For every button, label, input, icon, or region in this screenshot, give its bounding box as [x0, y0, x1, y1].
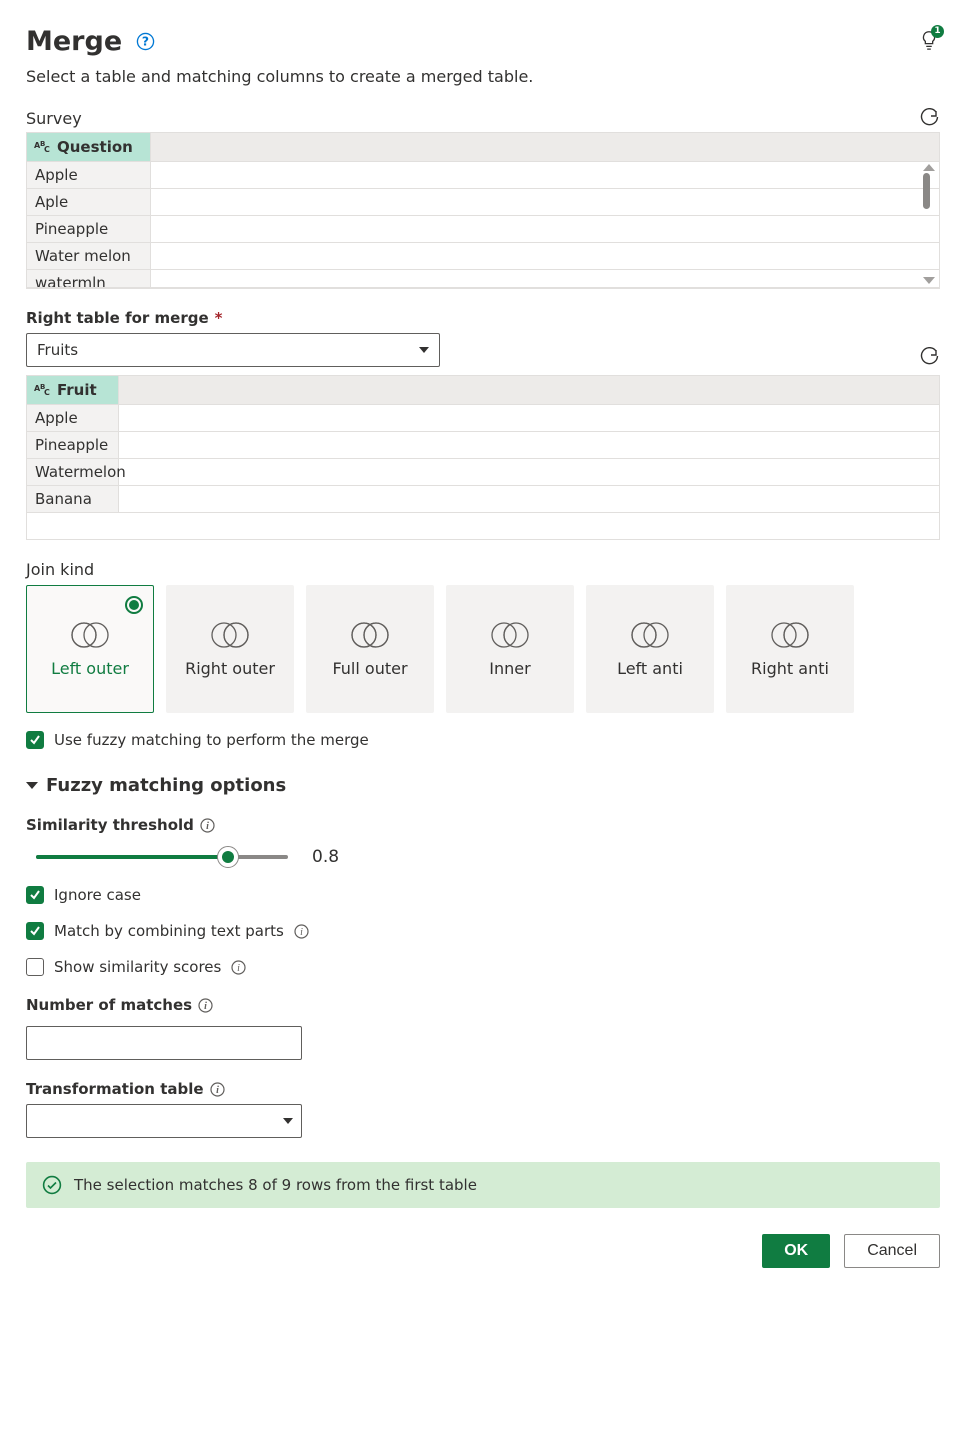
info-icon[interactable]: i — [210, 1082, 225, 1097]
table-cell[interactable]: Pineapple — [27, 432, 119, 458]
checkbox-icon — [26, 922, 44, 940]
table-cell[interactable]: Water melon — [27, 243, 151, 269]
ideas-button[interactable]: 1 — [918, 29, 940, 55]
table-cell[interactable]: Pineapple — [27, 216, 151, 242]
join-left-outer[interactable]: Left outer — [26, 585, 154, 713]
info-icon[interactable]: i — [231, 960, 246, 975]
num-matches-input[interactable] — [26, 1026, 302, 1060]
text-type-icon: A B C — [33, 138, 53, 156]
info-icon[interactable]: i — [294, 924, 309, 939]
status-bar: The selection matches 8 of 9 rows from t… — [26, 1162, 940, 1208]
success-icon — [42, 1175, 62, 1195]
join-right-outer[interactable]: Right outer — [166, 585, 294, 713]
chevron-down-icon — [419, 347, 429, 353]
threshold-value: 0.8 — [312, 847, 339, 867]
left-table-label: Survey — [26, 109, 82, 128]
notification-badge: 1 — [931, 25, 944, 38]
page-subtitle: Select a table and matching columns to c… — [26, 67, 940, 86]
checkbox-icon — [26, 958, 44, 976]
right-table-select[interactable]: Fruits — [26, 333, 440, 367]
scroll-up-icon[interactable] — [923, 164, 935, 171]
table-cell[interactable]: Watermelon — [27, 459, 119, 485]
checkbox-icon — [26, 731, 44, 749]
select-value: Fruits — [37, 341, 78, 359]
svg-text:C: C — [44, 145, 50, 154]
radio-selected-icon — [125, 596, 143, 614]
num-matches-label: Number of matches — [26, 996, 192, 1014]
svg-text:i: i — [216, 1085, 219, 1096]
table-cell[interactable]: Banana — [27, 486, 119, 512]
svg-text:i: i — [206, 821, 209, 832]
right-table[interactable]: A B C Fruit Apple Pineapple Watermelon B… — [26, 375, 940, 540]
ignore-case-checkbox[interactable]: Ignore case — [26, 886, 940, 904]
join-right-anti[interactable]: Right anti — [726, 585, 854, 713]
svg-text:i: i — [237, 963, 240, 974]
venn-right-anti-icon — [767, 620, 813, 650]
help-icon[interactable]: ? — [136, 32, 155, 51]
column-header: Question — [57, 138, 133, 156]
info-icon[interactable]: i — [198, 998, 213, 1013]
column-header: Fruit — [57, 381, 97, 399]
svg-text:i: i — [300, 927, 303, 938]
status-text: The selection matches 8 of 9 rows from t… — [74, 1176, 477, 1194]
venn-full-outer-icon — [347, 620, 393, 650]
transform-table-label: Transformation table — [26, 1080, 204, 1098]
info-icon[interactable]: i — [200, 818, 215, 833]
scrollbar-thumb[interactable] — [923, 173, 930, 209]
ok-button[interactable]: OK — [762, 1234, 830, 1268]
left-table[interactable]: A B C Question Apple Aple Pineapple Wate… — [26, 132, 940, 289]
chevron-down-icon — [26, 782, 38, 789]
refresh-icon[interactable] — [920, 347, 940, 367]
table-cell[interactable]: Aple — [27, 189, 151, 215]
join-inner[interactable]: Inner — [446, 585, 574, 713]
svg-text:C: C — [44, 388, 50, 397]
svg-text:?: ? — [142, 34, 149, 48]
table-cell[interactable]: Apple — [27, 405, 119, 431]
fuzzy-options-header[interactable]: Fuzzy matching options — [26, 775, 940, 796]
show-scores-checkbox[interactable]: Show similarity scores i — [26, 958, 940, 976]
slider-thumb[interactable] — [217, 846, 239, 868]
venn-inner-icon — [487, 620, 533, 650]
checkbox-icon — [26, 886, 44, 904]
venn-left-anti-icon — [627, 620, 673, 650]
cancel-button[interactable]: Cancel — [844, 1234, 940, 1268]
transform-table-select[interactable] — [26, 1104, 302, 1138]
svg-text:i: i — [204, 1001, 207, 1012]
venn-right-outer-icon — [207, 620, 253, 650]
refresh-icon[interactable] — [920, 108, 940, 128]
right-table-label: Right table for merge — [26, 309, 209, 327]
threshold-slider[interactable] — [36, 846, 288, 868]
use-fuzzy-checkbox[interactable]: Use fuzzy matching to perform the merge — [26, 731, 940, 749]
page-title: Merge — [26, 26, 122, 57]
table-cell[interactable]: Apple — [27, 162, 151, 188]
join-kind-group: Left outer Right outer Full outer Inner … — [26, 585, 940, 713]
threshold-label: Similarity threshold — [26, 816, 194, 834]
venn-left-outer-icon — [67, 620, 113, 650]
scroll-down-icon[interactable] — [923, 277, 935, 284]
join-kind-label: Join kind — [26, 560, 94, 579]
join-full-outer[interactable]: Full outer — [306, 585, 434, 713]
combine-text-checkbox[interactable]: Match by combining text parts i — [26, 922, 940, 940]
join-left-anti[interactable]: Left anti — [586, 585, 714, 713]
table-cell[interactable]: watermln — [27, 270, 151, 287]
chevron-down-icon — [283, 1118, 293, 1124]
required-mark: * — [215, 309, 223, 327]
text-type-icon: A B C — [33, 381, 53, 399]
